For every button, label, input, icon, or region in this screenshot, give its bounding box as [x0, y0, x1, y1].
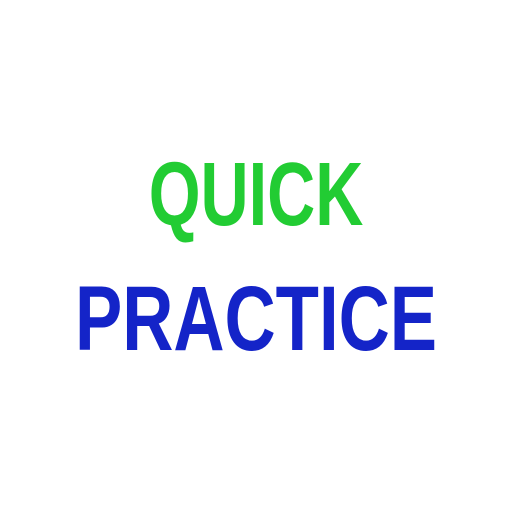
logo-word-practice: PRACTICE [74, 268, 438, 370]
logo-word-quick: QUICK [148, 145, 364, 245]
logo-canvas: QUICK PRACTICE [0, 0, 512, 512]
